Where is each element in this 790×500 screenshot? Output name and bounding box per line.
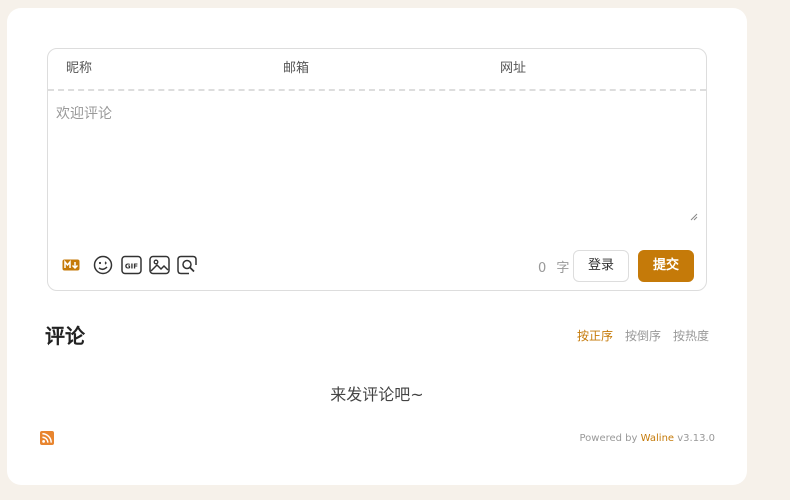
comments-title: 评论 [45,324,85,348]
comment-placeholder: 欢迎评论 [56,106,112,122]
comment-card: 昵称 邮箱 网址 欢迎评论 GIF 0 字 登录 提交 评论 按正序 按倒序 按… [7,8,747,485]
submit-button[interactable]: 提交 [638,250,694,282]
comment-textarea[interactable]: 欢迎评论 [56,103,696,223]
email-placeholder: 邮箱 [283,61,310,76]
comment-editor: 昵称 邮箱 网址 欢迎评论 GIF 0 字 登录 提交 [47,48,707,291]
gif-icon[interactable]: GIF [120,254,142,276]
word-count: 0 字 [538,257,569,276]
user-info-fields: 昵称 邮箱 网址 [48,49,706,91]
website-field[interactable]: 网址 [500,49,700,89]
powered-by: Powered by Waline v3.13.0 [579,433,715,444]
preview-icon[interactable] [176,254,198,276]
login-button[interactable]: 登录 [573,250,629,282]
sort-ascending[interactable]: 按正序 [577,327,613,344]
email-field[interactable]: 邮箱 [283,49,483,89]
waline-link[interactable]: Waline [641,433,674,444]
nickname-field[interactable]: 昵称 [66,49,266,89]
rss-icon[interactable] [40,431,54,445]
markdown-icon[interactable] [60,254,82,276]
resize-handle-icon[interactable] [690,213,698,221]
powered-prefix: Powered by [579,433,638,444]
sort-hot[interactable]: 按热度 [673,327,709,344]
svg-text:GIF: GIF [124,263,137,271]
sort-descending[interactable]: 按倒序 [625,327,661,344]
word-count-unit: 字 [556,261,570,276]
image-icon[interactable] [148,254,170,276]
website-placeholder: 网址 [500,61,527,76]
nickname-placeholder: 昵称 [66,61,93,76]
emoji-icon[interactable] [92,254,114,276]
version-text: v3.13.0 [677,433,715,444]
empty-comments-text: 来发评论吧~ [330,385,424,404]
word-count-value: 0 [538,261,547,276]
